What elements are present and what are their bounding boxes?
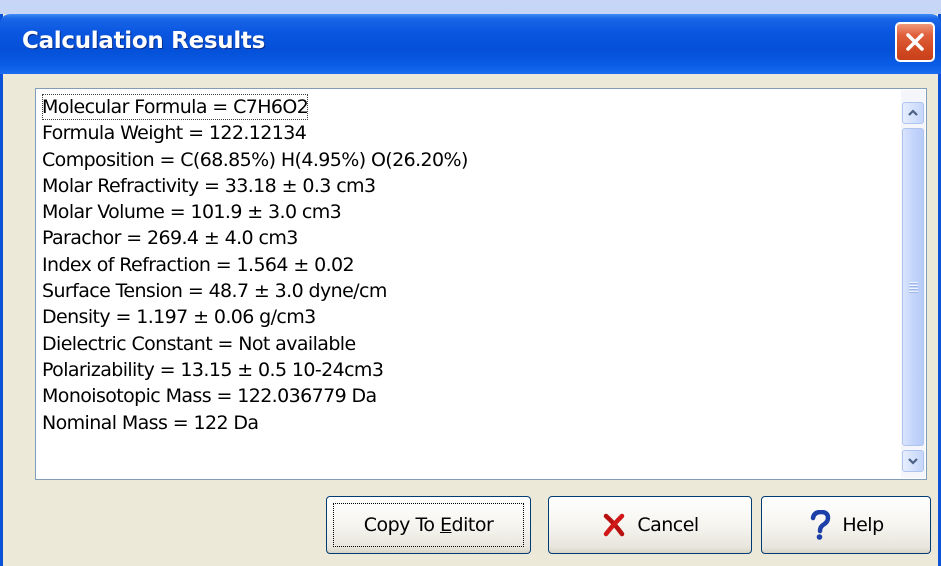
result-line[interactable]: Formula Weight = 122.12134 bbox=[42, 120, 896, 146]
help-button[interactable]: Help bbox=[761, 496, 931, 554]
results-list: Molecular Formula = C7H6O2 Formula Weight… bbox=[42, 94, 896, 479]
result-line[interactable]: Polarizability = 13.15 ± 0.5 10-24cm3 bbox=[42, 357, 896, 383]
result-line[interactable]: Index of Refraction = 1.564 ± 0.02 bbox=[42, 252, 896, 278]
grip-icon bbox=[908, 280, 918, 294]
close-x-icon bbox=[906, 33, 924, 51]
result-line[interactable]: Molecular Formula = C7H6O2 bbox=[42, 94, 309, 121]
focus-ring bbox=[333, 503, 524, 547]
vertical-scrollbar[interactable] bbox=[901, 90, 925, 478]
result-line[interactable]: Parachor = 269.4 ± 4.0 cm3 bbox=[42, 225, 896, 251]
result-line[interactable]: Density = 1.197 ± 0.06 g/cm3 bbox=[42, 304, 896, 330]
result-line[interactable]: Dielectric Constant = Not available bbox=[42, 331, 896, 357]
dialog-title: Calculation Results bbox=[22, 28, 265, 54]
cancel-button[interactable]: Cancel bbox=[548, 496, 752, 554]
cancel-label: Cancel bbox=[637, 514, 699, 536]
close-button[interactable] bbox=[895, 22, 935, 62]
results-listbox[interactable]: Molecular Formula = C7H6O2 Formula Weight… bbox=[35, 88, 927, 480]
help-label: Help bbox=[842, 514, 884, 536]
scroll-down-button[interactable] bbox=[902, 450, 924, 472]
chevron-down-icon bbox=[908, 458, 918, 465]
chevron-up-icon bbox=[908, 109, 918, 116]
question-mark-icon bbox=[811, 510, 831, 540]
result-line[interactable]: Nominal Mass = 122 Da bbox=[42, 410, 896, 436]
copy-to-editor-button[interactable]: Copy To Editor bbox=[326, 496, 531, 554]
result-line[interactable]: Molar Volume = 101.9 ± 3.0 cm3 bbox=[42, 199, 896, 225]
red-x-icon bbox=[604, 513, 625, 537]
scroll-thumb[interactable] bbox=[902, 128, 924, 446]
calculation-results-dialog: Calculation Results Molecular Formula = … bbox=[0, 14, 941, 566]
result-line[interactable]: Monoisotopic Mass = 122.036779 Da bbox=[42, 383, 896, 409]
result-line[interactable]: Composition = C(68.85%) H(4.95%) O(26.20… bbox=[42, 147, 896, 173]
result-line[interactable]: Molar Refractivity = 33.18 ± 0.3 cm3 bbox=[42, 173, 896, 199]
title-bar[interactable]: Calculation Results bbox=[0, 14, 941, 74]
scroll-up-button[interactable] bbox=[902, 102, 924, 124]
result-line[interactable]: Surface Tension = 48.7 ± 3.0 dyne/cm bbox=[42, 278, 896, 304]
